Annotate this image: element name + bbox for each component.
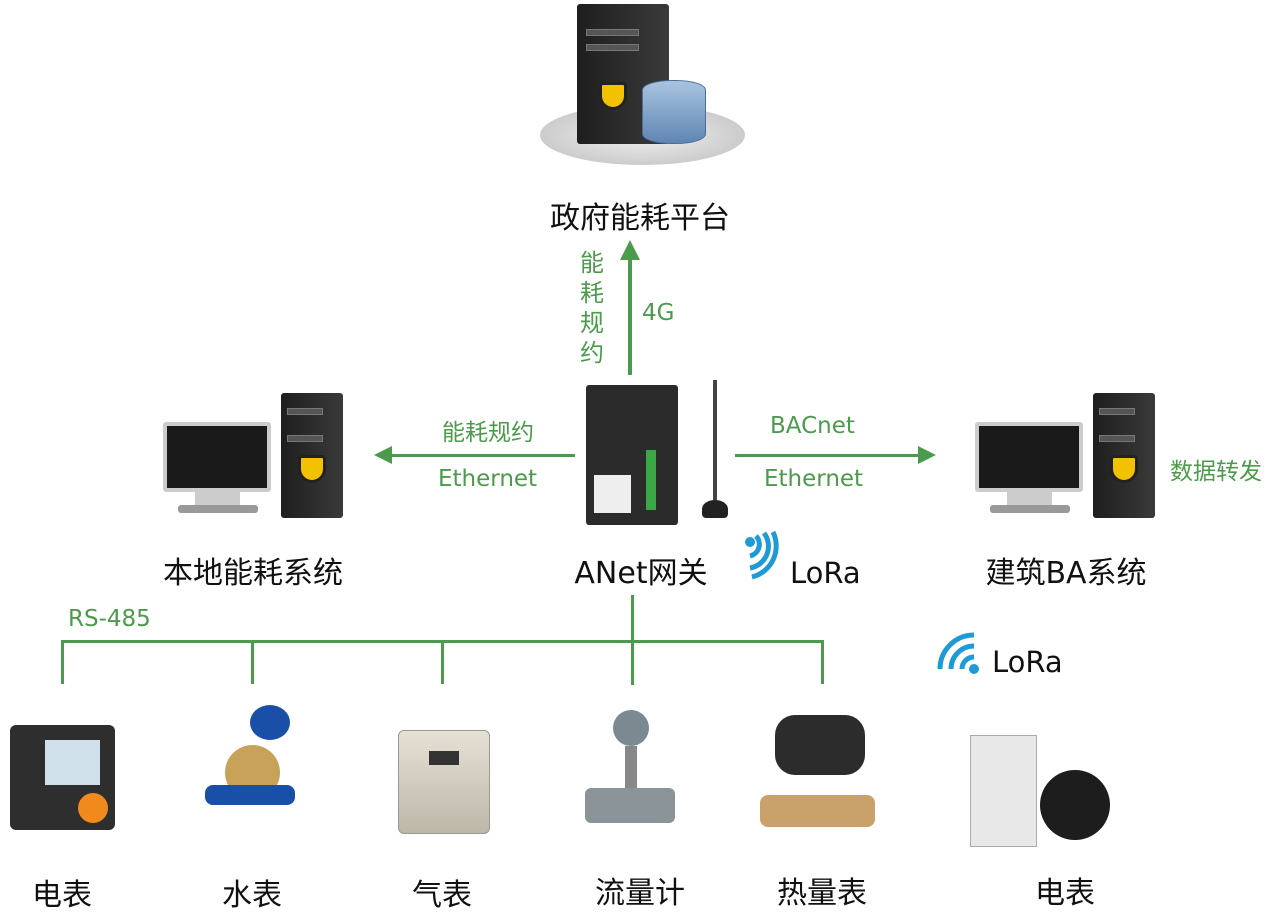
rs485-label: RS-485	[68, 606, 151, 632]
lora-wifi-icon	[937, 632, 979, 674]
bus-drop	[61, 640, 64, 684]
heat-meter-icon	[760, 715, 890, 835]
device-label: 流量计	[595, 876, 685, 911]
flow-meter-icon	[585, 710, 675, 840]
device-label: 气表	[412, 878, 472, 913]
right-protocol-label: BACnet	[770, 413, 855, 439]
wireless-lora-label: LoRa	[992, 645, 1063, 679]
device-label: 水表	[222, 878, 282, 913]
lora-power-meter-icon	[965, 705, 1145, 850]
power-meter-icon	[10, 725, 115, 830]
gas-meter-icon	[398, 730, 490, 834]
gateway-label: ANet网关	[574, 556, 708, 591]
arrow-up-icon	[620, 240, 640, 260]
data-forward-label: 数据转发	[1170, 459, 1262, 485]
top-link-label: 4G	[642, 300, 675, 326]
gateway-lora-label: LoRa	[790, 556, 861, 590]
device-label: 热量表	[777, 876, 867, 911]
right-arrow-line	[735, 454, 920, 457]
left-link-label: Ethernet	[438, 466, 538, 492]
top-protocol-vertical: 能耗规约	[580, 249, 604, 367]
left-arrow-line	[390, 454, 575, 457]
up-arrow-line	[628, 258, 632, 375]
ba-system-label: 建筑BA系统	[985, 556, 1147, 591]
arrow-right-icon	[918, 446, 936, 464]
device-label: 电表	[1035, 876, 1095, 911]
water-meter-icon	[205, 705, 295, 820]
local-system-label: 本地能耗系统	[163, 556, 343, 591]
bus-drop	[821, 640, 824, 684]
bus-drop	[441, 640, 444, 684]
device-label: 电表	[32, 878, 92, 913]
arrow-left-icon	[374, 446, 392, 464]
right-link-label: Ethernet	[764, 466, 864, 492]
left-protocol-label: 能耗规约	[442, 420, 534, 446]
government-platform-label: 政府能耗平台	[550, 201, 730, 236]
bus-drop	[251, 640, 254, 684]
lora-signal-icon	[745, 530, 779, 580]
